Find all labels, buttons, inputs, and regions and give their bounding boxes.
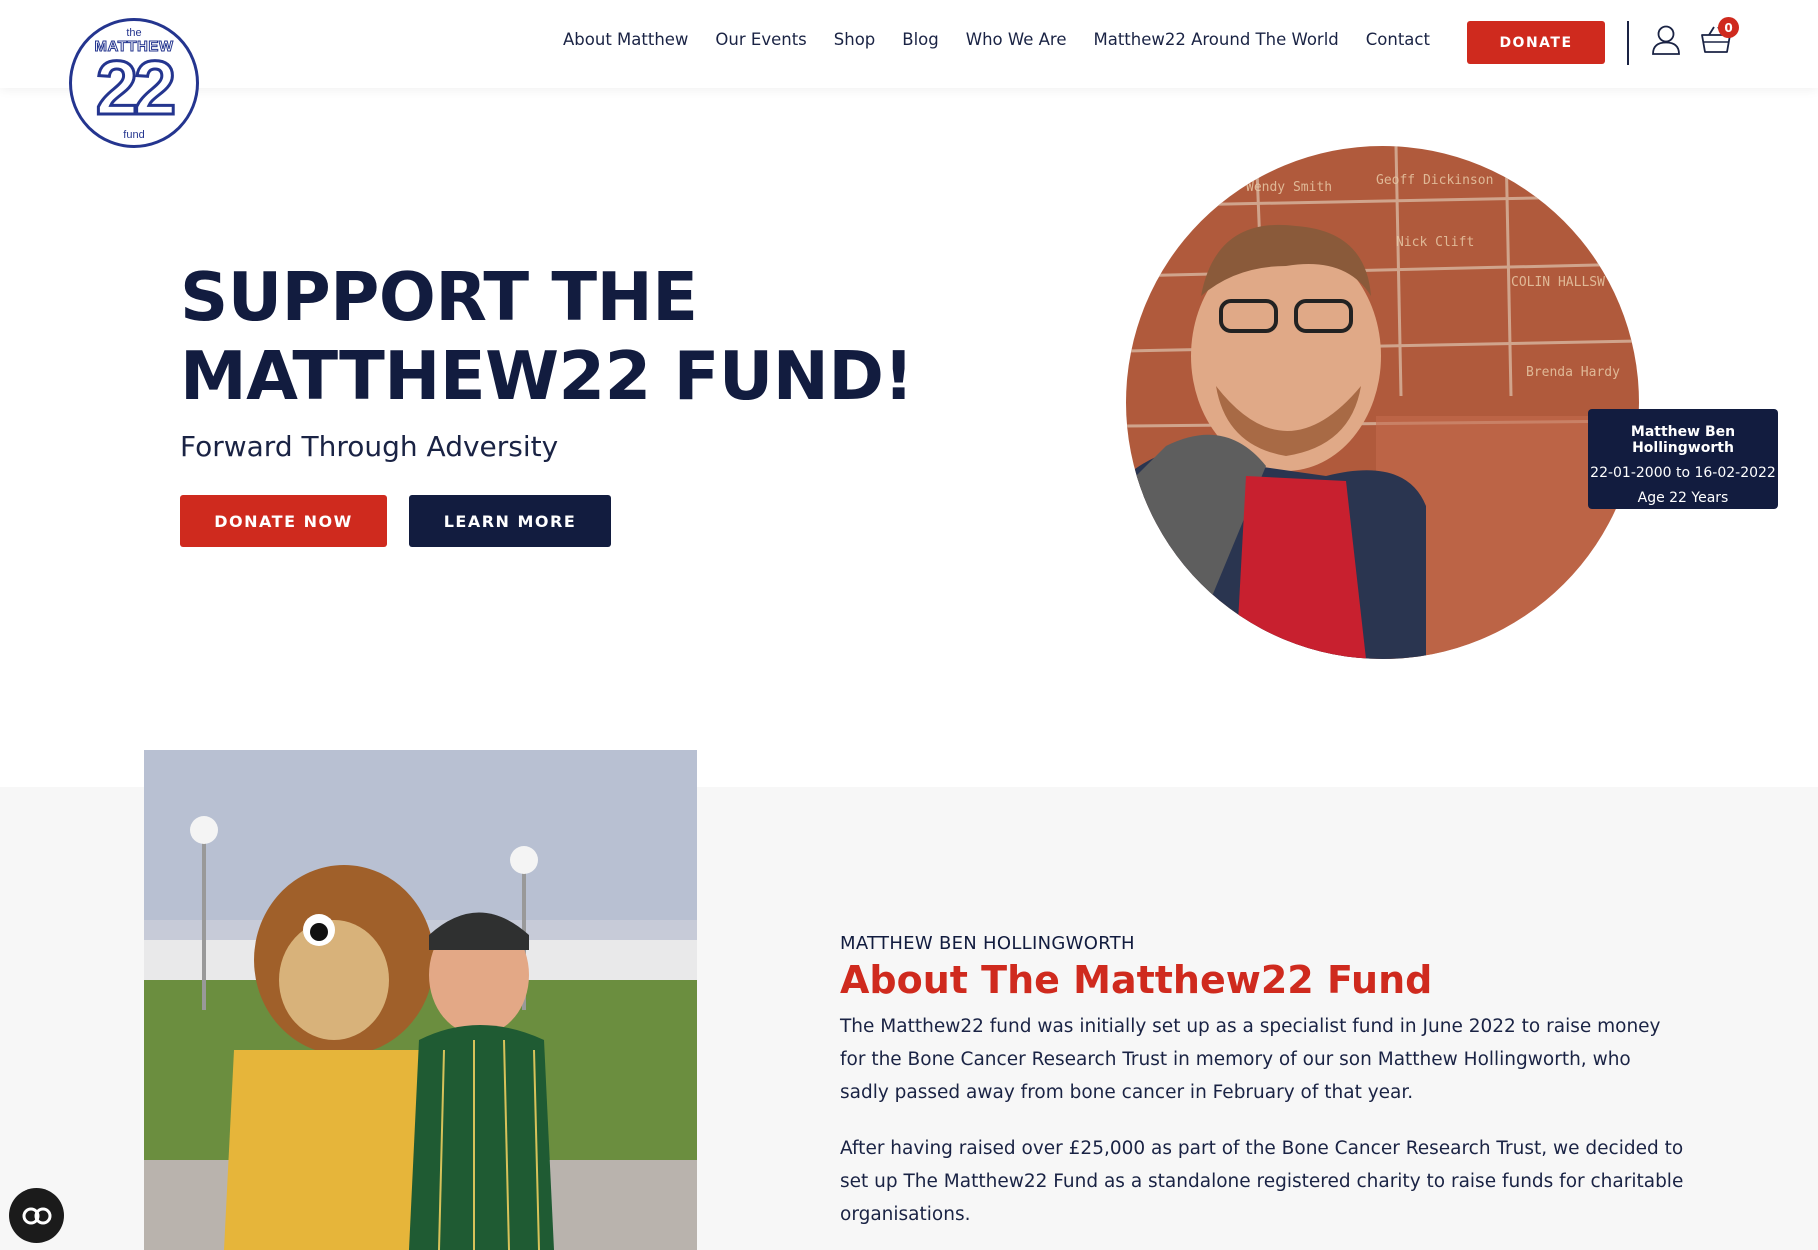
donate-now-button[interactable]: DONATE NOW <box>180 495 387 547</box>
nav-divider <box>1627 21 1629 65</box>
matthew-portrait-photo: Wendy Smith Geoff Dickinson Nick Clift COL… <box>1126 146 1639 659</box>
portrait-caption: Matthew Ben Hollingworth 22-01-2000 to 1… <box>1588 409 1778 509</box>
svg-text:Brenda Hardy: Brenda Hardy <box>1526 365 1620 380</box>
hero-subtitle: Forward Through Adversity <box>180 430 559 463</box>
nav-contact[interactable]: Contact <box>1366 30 1430 49</box>
user-icon[interactable] <box>1651 24 1681 56</box>
about-paragraph-2: After having raised over £25,000 as part… <box>840 1138 1684 1225</box>
about-kicker: MATTHEW BEN HOLLINGWORTH <box>840 933 1135 954</box>
svg-text:Nick Clift: Nick Clift <box>1396 235 1474 250</box>
svg-text:Wendy Smith: Wendy Smith <box>1246 180 1332 195</box>
about-paragraph-1: The Matthew22 fund was initially set up … <box>840 1016 1661 1103</box>
logo-fund: fund <box>123 129 145 141</box>
cart-count-badge: 0 <box>1718 17 1739 38</box>
nav-around-the-world[interactable]: Matthew22 Around The World <box>1093 30 1338 49</box>
logo-number: 22 <box>94 45 178 132</box>
hero-title: SUPPORT THE MATTHEW22 FUND! <box>180 258 914 415</box>
caption-name: Matthew Ben Hollingworth <box>1630 424 1736 456</box>
caption-dates: 22-01-2000 to 16-02-2022 <box>1590 465 1776 481</box>
learn-more-button[interactable]: LEARN MORE <box>409 495 611 547</box>
nav-about-matthew[interactable]: About Matthew <box>563 30 688 49</box>
main-nav: About Matthew Our Events Shop Blog Who W… <box>563 30 1457 49</box>
header-donate-button[interactable]: DONATE <box>1467 21 1605 64</box>
accessibility-button[interactable] <box>9 1188 64 1243</box>
nav-shop[interactable]: Shop <box>834 30 876 49</box>
about-title: About The Matthew22 Fund <box>840 958 1433 1002</box>
svg-text:Geoff Dickinson: Geoff Dickinson <box>1376 173 1493 188</box>
svg-text:COLIN HALLSW: COLIN HALLSW <box>1511 275 1605 290</box>
nav-who-we-are[interactable]: Who We Are <box>966 30 1067 49</box>
nav-our-events[interactable]: Our Events <box>715 30 806 49</box>
nav-blog[interactable]: Blog <box>902 30 938 49</box>
about-mascot-photo <box>144 750 697 1250</box>
accessibility-icon <box>22 1207 51 1224</box>
site-logo[interactable]: the MATTHEW 22 fund <box>69 18 199 148</box>
caption-age: Age 22 Years <box>1637 490 1729 506</box>
site-header: About Matthew Our Events Shop Blog Who W… <box>0 0 1818 88</box>
